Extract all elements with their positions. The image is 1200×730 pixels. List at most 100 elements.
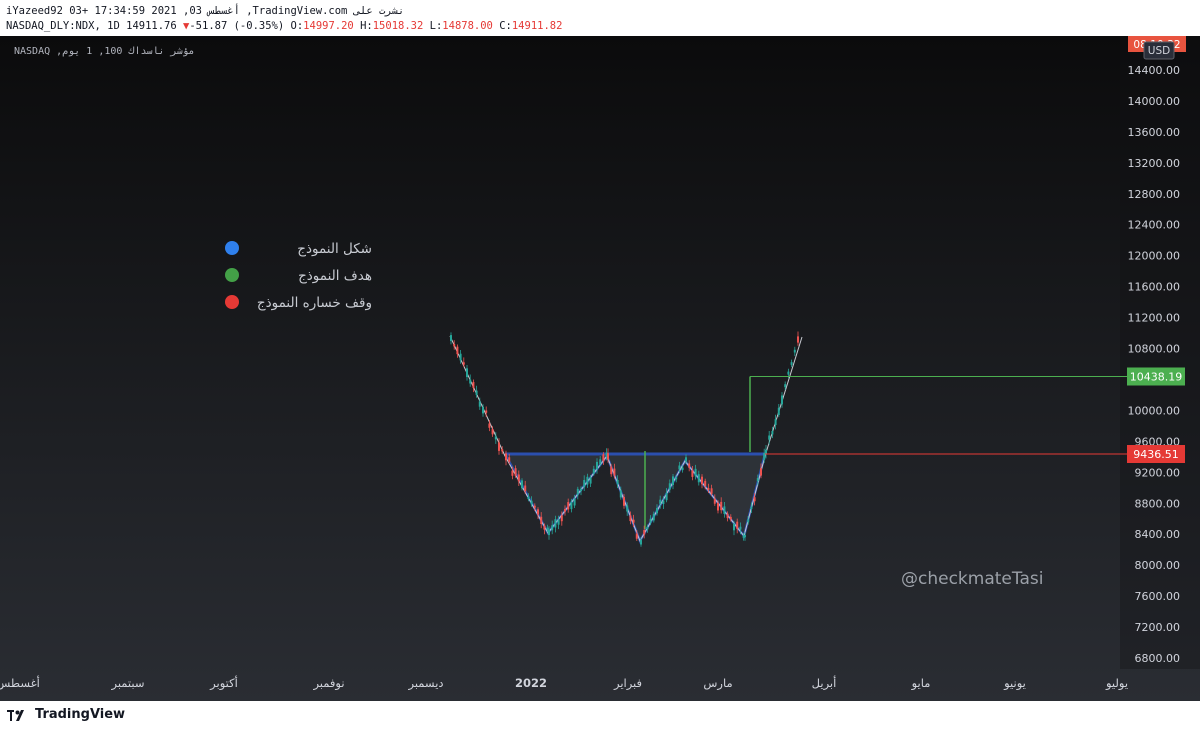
candle-body	[564, 509, 566, 512]
candle-body	[646, 527, 649, 530]
candle-body	[659, 499, 662, 504]
candle-body	[599, 459, 602, 465]
candle-body	[508, 457, 511, 462]
candle-body	[602, 454, 605, 462]
candle-body	[616, 480, 619, 485]
candle-body	[543, 525, 546, 530]
candle-body	[540, 516, 543, 524]
candle-body	[583, 480, 586, 488]
x-tick-label: ديسمبر	[407, 676, 443, 691]
candle-body	[697, 474, 700, 483]
candle-body	[623, 497, 625, 506]
candle-body	[760, 468, 762, 476]
candle-body	[771, 431, 774, 435]
candle-body	[629, 515, 632, 522]
candle-body	[459, 353, 462, 361]
candle-body	[691, 470, 694, 477]
candle-body	[739, 526, 742, 530]
watermark: @checkmateTasi	[901, 569, 1043, 589]
y-tick-label: 10000.00	[1128, 404, 1181, 417]
candle-body	[790, 362, 793, 365]
price-label-text: 10438.19	[1130, 371, 1183, 384]
legend-dot	[225, 268, 239, 282]
candle-body	[710, 488, 713, 494]
y-tick-label: 14400.00	[1128, 64, 1181, 77]
y-tick-label: 8400.00	[1135, 528, 1181, 541]
publish-info: iYazeed92 03+ 17:34:59 2021 ,03 أغسطس ,T…	[6, 5, 405, 17]
chart-background	[0, 36, 1200, 701]
candle-body	[478, 401, 481, 407]
candle-body	[527, 496, 530, 500]
candle-body	[649, 518, 652, 523]
footer: TradingView	[0, 701, 1200, 730]
candle-body	[777, 407, 780, 415]
candle-body	[505, 453, 507, 461]
candle-body	[482, 406, 484, 414]
candle-body	[726, 513, 729, 519]
tradingview-logo[interactable]: TradingView	[7, 707, 125, 722]
candle-body	[652, 513, 655, 521]
x-tick-label: أكتوبر	[209, 675, 238, 691]
candle-body	[511, 470, 514, 476]
candle-body	[685, 457, 687, 462]
candle-body	[491, 429, 494, 435]
candle-body	[554, 519, 557, 528]
candle-body	[672, 476, 674, 485]
svg-text:USD: USD	[1148, 45, 1170, 57]
candle-body	[462, 362, 465, 365]
symbol-label: NASDAQ_DLY:NDX, 1D	[6, 20, 120, 32]
legend-dot	[225, 241, 239, 255]
candle-body	[557, 519, 560, 525]
candle-body	[632, 519, 635, 523]
legend-label: هدف النموذج	[298, 268, 372, 284]
y-tick-label: 12800.00	[1128, 188, 1181, 201]
currency-tag[interactable]: USD	[1143, 41, 1175, 60]
candle-body	[537, 509, 539, 515]
candle-body	[635, 533, 638, 539]
candle-body	[548, 530, 550, 536]
brand-name: TradingView	[35, 707, 126, 722]
candle-body	[781, 395, 783, 405]
candle-body	[675, 477, 678, 480]
candle-body	[533, 505, 536, 508]
candle-body	[753, 497, 756, 502]
candle-body	[665, 492, 668, 501]
candle-body	[567, 502, 570, 510]
candle-body	[707, 488, 710, 490]
candle-body	[763, 453, 766, 460]
candle-body	[524, 485, 527, 492]
x-tick-label: يوليو	[1105, 676, 1128, 691]
candle-body	[668, 483, 671, 490]
chart-screenshot: iYazeed92 03+ 17:34:59 2021 ,03 أغسطس ,T…	[0, 0, 1200, 730]
candle-body	[688, 463, 691, 468]
candle-body	[485, 410, 488, 413]
x-tick-label: سبتمبر	[110, 676, 144, 691]
candle-body	[453, 343, 456, 347]
ohlc-line: NASDAQ_DLY:NDX, 1D 14911.76 ▼-51.87 (-0.…	[6, 20, 563, 32]
legend-label: وقف خساره النموذج	[257, 295, 372, 311]
x-tick-label: يونيو	[1003, 676, 1026, 691]
candle-body	[521, 480, 523, 489]
candle-body	[613, 468, 616, 476]
candle-body	[573, 498, 576, 506]
price-label-text: 9436.51	[1133, 448, 1179, 461]
candle-body	[640, 540, 642, 545]
candle-body	[580, 488, 582, 492]
y-tick-label: 11600.00	[1128, 281, 1181, 294]
y-tick-label: 7200.00	[1135, 621, 1181, 634]
y-tick-label: 9200.00	[1135, 466, 1181, 479]
candle-body	[576, 488, 579, 495]
x-tick-label: مايو	[911, 676, 931, 691]
candle-body	[694, 468, 697, 477]
candle-body	[787, 371, 790, 375]
price-chart[interactable]: NASDAQ ,مؤشر ناسداك 100, 1 يوم 14400.00 1…	[0, 36, 1200, 701]
y-tick-label: 13600.00	[1128, 126, 1181, 139]
y-tick-label: 7600.00	[1135, 590, 1181, 603]
candle-body	[736, 521, 739, 529]
x-tick-label: مارس	[703, 676, 732, 691]
candle-body	[592, 468, 595, 474]
candle-body	[456, 346, 459, 355]
candle-body	[560, 515, 563, 522]
open-value: 14997.20	[303, 20, 354, 32]
candle-body	[498, 442, 500, 451]
